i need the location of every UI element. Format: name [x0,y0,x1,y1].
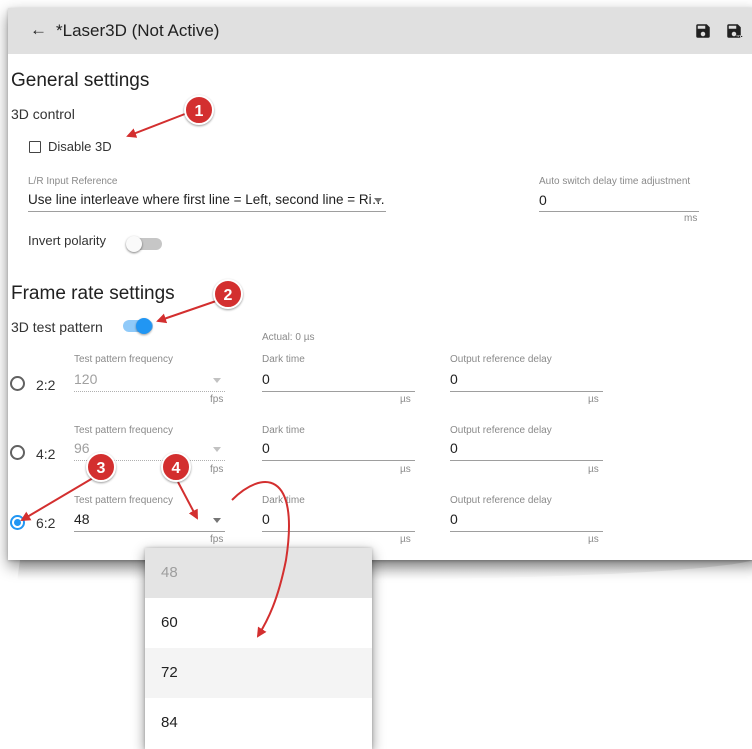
freq-unit: fps [210,534,224,545]
arrow-left-icon[interactable]: ← [30,20,47,40]
chevron-down-icon[interactable] [374,198,382,203]
output-delay-label: Output reference delay [450,495,552,506]
callout-badge: 4 [161,452,191,482]
output-delay-unit: µs [588,534,599,545]
disable-3d-checkbox[interactable] [29,141,41,153]
lr-input-underline [28,211,386,212]
save-as-icon[interactable] [725,22,743,40]
freq-unit: fps [210,394,224,405]
chevron-down-icon[interactable] [213,518,221,523]
freq-select: 120 [74,371,98,387]
ratio-label: 6:2 [36,515,56,531]
ratio-radio-2-2[interactable] [10,376,25,391]
freq-label: Test pattern frequency [74,354,173,365]
auto-switch-underline [539,211,699,212]
ratio-label: 4:2 [36,446,56,462]
test-pattern-label: 3D test pattern [11,319,103,335]
dark-time-input[interactable]: 0 [262,440,270,456]
dropdown-option[interactable]: 60 [145,598,372,648]
output-delay-input[interactable]: 0 [450,511,458,527]
output-delay-unit: µs [588,394,599,405]
dark-time-label: Dark time [262,354,305,365]
lr-input-label: L/R Input Reference [28,176,118,187]
freq-underline [74,391,225,392]
freq-label: Test pattern frequency [74,425,173,436]
output-delay-underline [450,391,603,392]
auto-switch-unit: ms [684,213,698,224]
freq-select: 96 [74,440,90,456]
top-bar: ← *Laser3D (Not Active) [8,8,752,54]
freq-unit: fps [210,464,224,475]
dark-time-underline [262,460,415,461]
callout-badge: 2 [213,279,243,309]
dark-time-unit: µs [400,464,411,475]
freq-underline [74,531,225,532]
chevron-down-icon [213,378,221,383]
output-delay-label: Output reference delay [450,425,552,436]
ratio-radio-4-2[interactable] [10,445,25,460]
dark-time-underline [262,531,415,532]
dark-time-label: Dark time [262,425,305,436]
output-delay-underline [450,531,603,532]
auto-switch-label: Auto switch delay time adjustment [539,176,691,187]
callout-badge: 1 [184,95,214,125]
output-delay-input[interactable]: 0 [450,371,458,387]
dark-time-label: Dark time [262,495,305,506]
output-delay-underline [450,460,603,461]
output-delay-input[interactable]: 0 [450,440,458,456]
frame-rate-heading: Frame rate settings [11,283,175,304]
invert-polarity-label: Invert polarity [28,233,107,248]
3d-control-label: 3D control [11,106,75,122]
page-title: *Laser3D (Not Active) [56,21,220,40]
general-settings-heading: General settings [11,70,150,91]
frequency-dropdown-menu: 48 60 72 84 [145,548,372,749]
dark-time-unit: µs [400,534,411,545]
save-icon[interactable] [694,22,712,40]
actual-readout: Actual: 0 µs [262,332,315,343]
dropdown-option[interactable]: 72 [145,648,372,698]
output-delay-label: Output reference delay [450,354,552,365]
dropdown-option[interactable]: 48 [145,548,372,598]
chevron-down-icon [213,447,221,452]
ratio-radio-6-2[interactable] [10,515,25,530]
freq-select[interactable]: 48 [74,511,90,527]
auto-switch-input[interactable]: 0 [539,192,547,208]
invert-polarity-thumb[interactable] [126,236,142,252]
output-delay-unit: µs [588,464,599,475]
dropdown-option[interactable]: 84 [145,698,372,748]
dark-time-unit: µs [400,394,411,405]
dark-time-underline [262,391,415,392]
ratio-label: 2:2 [36,377,56,393]
dark-time-input[interactable]: 0 [262,371,270,387]
lr-input-select[interactable]: Use line interleave where first line = L… [28,192,385,207]
freq-label: Test pattern frequency [74,495,173,506]
settings-panel: ← *Laser3D (Not Active) General settings… [8,8,752,560]
callout-badge: 3 [86,452,116,482]
disable-3d-label: Disable 3D [48,139,112,154]
dark-time-input[interactable]: 0 [262,511,270,527]
test-pattern-thumb[interactable] [136,318,152,334]
